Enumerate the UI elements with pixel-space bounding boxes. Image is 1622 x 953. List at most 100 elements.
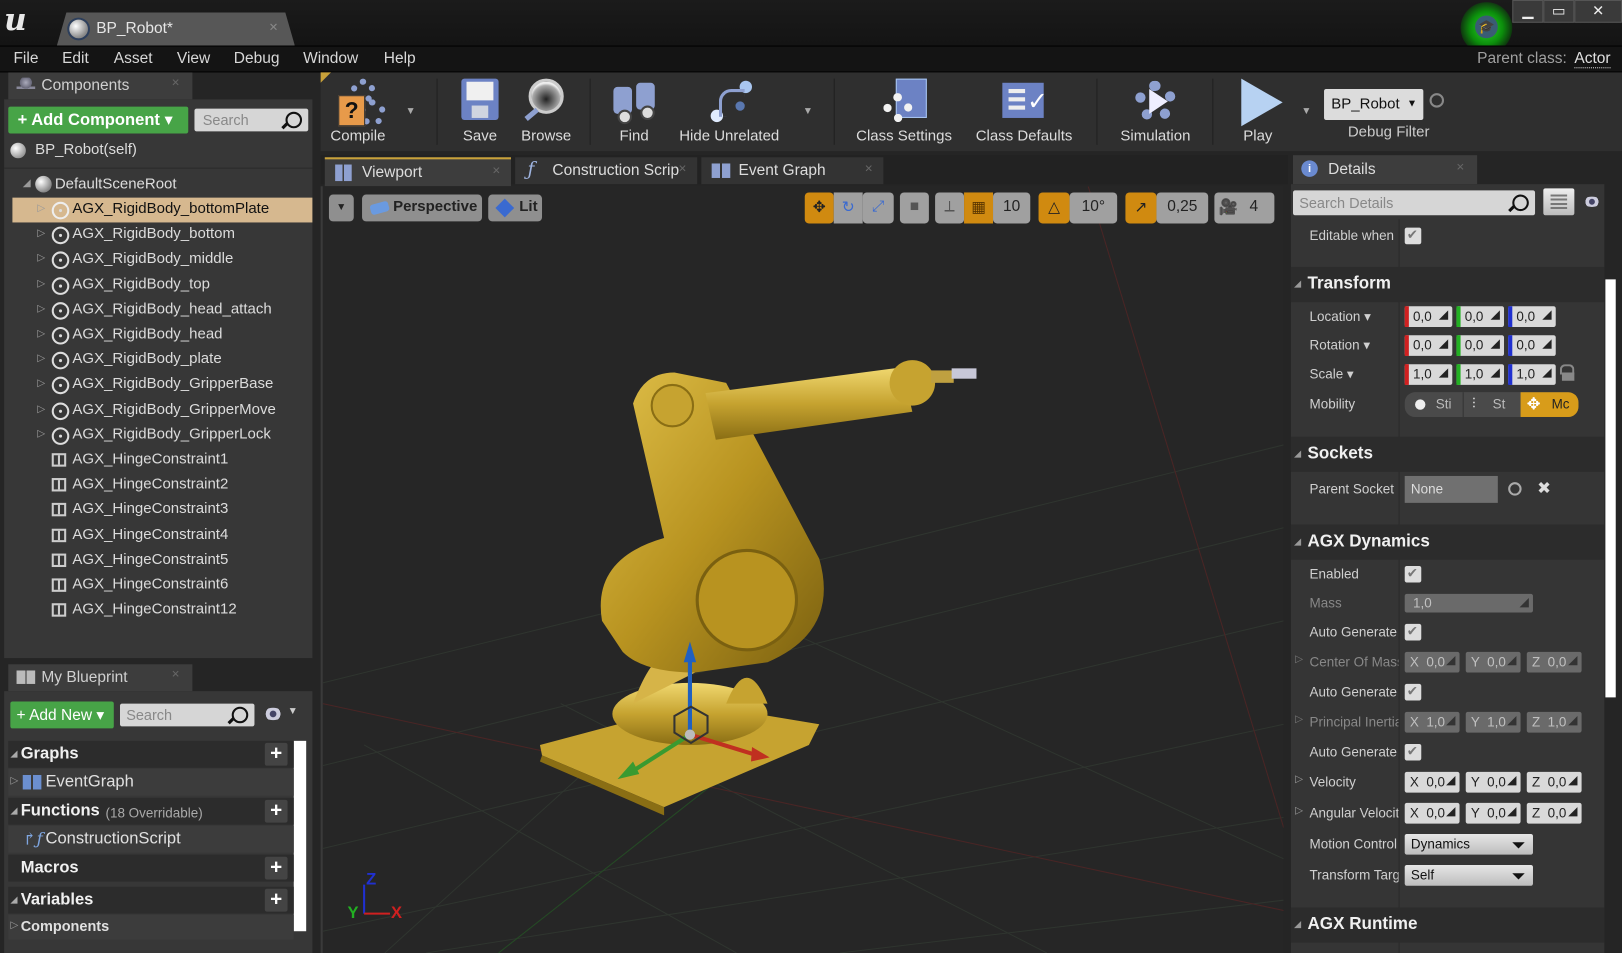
collapsed-triangle-icon[interactable]: ▷ [37, 353, 45, 364]
rotation-snap-toggle[interactable]: △ [1038, 192, 1070, 224]
rotation-label[interactable]: Rotation ▾ [1310, 337, 1399, 354]
save-button[interactable]: Save [451, 72, 509, 151]
compile-options-dropdown[interactable]: ▼ [405, 106, 415, 117]
location-x-field[interactable]: 0,0 [1404, 306, 1453, 327]
collapsed-triangle-icon[interactable]: ▷ [37, 278, 45, 289]
tree-row-component[interactable]: ▷ AGX_RigidBody_GripperLock [12, 423, 312, 448]
tree-row-component[interactable]: AGX_HingeConstraint5 [12, 548, 312, 573]
tree-row-component[interactable]: ▷ AGX_RigidBody_bottomPlate [12, 197, 313, 223]
close-panel-icon[interactable]: ✕ [171, 669, 180, 680]
add-new-button[interactable]: + Add New ▾ [10, 701, 114, 729]
close-panel-icon[interactable]: ✕ [171, 78, 180, 89]
details-search-input[interactable]: Search Details [1293, 190, 1536, 216]
my-blueprint-tab[interactable]: My Blueprint ✕ [8, 664, 193, 692]
agx-dynamics-section[interactable]: ◢ AGX Dynamics [1290, 524, 1605, 560]
transform-section[interactable]: ◢ Transform [1290, 266, 1605, 303]
tree-row-component[interactable]: AGX_HingeConstraint2 [12, 473, 312, 498]
rotate-mode-button[interactable]: ↻ [833, 192, 863, 224]
macros-category[interactable]: Macros + [8, 854, 294, 882]
location-z-field[interactable]: 0,0 [1508, 306, 1556, 327]
maximize-button[interactable]: ▭ [1543, 0, 1575, 23]
transform-target-select[interactable]: Self [1404, 865, 1533, 886]
menu-view[interactable]: View [177, 50, 210, 68]
construction-script-item[interactable]: ↱ƒ ConstructionScript [8, 825, 294, 853]
velocity-z-field[interactable]: Z 0,0 [1526, 771, 1582, 793]
play-options-dropdown[interactable]: ▼ [1301, 106, 1311, 117]
tree-row-component[interactable]: ▷ AGX_RigidBody_middle [12, 248, 312, 273]
collapsed-triangle-icon[interactable]: ▷ [37, 203, 45, 214]
viewport[interactable]: Z Y X ▼ Perspective Lit ✥ ↻ ⤢ ■ ⟂ ▦ 10 △… [320, 186, 1284, 953]
scale-snap-toggle[interactable]: ↗ [1125, 192, 1157, 224]
menu-file[interactable]: File [13, 50, 38, 68]
add-macro-button[interactable]: + [264, 856, 288, 880]
hide-unrelated-dropdown[interactable]: ▼ [803, 106, 813, 117]
lit-mode-button[interactable]: Lit [488, 194, 543, 222]
location-label[interactable]: Location ▾ [1310, 308, 1399, 325]
self-row[interactable]: BP_Robot(self) [4, 139, 312, 164]
menu-edit[interactable]: Edit [62, 50, 89, 68]
principal-inertia-y-field[interactable]: Y 1,0 [1465, 711, 1521, 733]
close-window-button[interactable]: ✕ [1574, 0, 1622, 23]
scale-z-field[interactable]: 1,0 [1508, 364, 1556, 385]
tree-row-component[interactable]: AGX_HingeConstraint12 [12, 598, 312, 623]
document-tab[interactable]: BP_Robot* ✕ [56, 12, 295, 46]
components-tab[interactable]: Components ✕ [8, 72, 193, 100]
auto-generate-pi-checkbox[interactable] [1404, 743, 1422, 761]
mass-field[interactable]: 1,0 [1404, 593, 1533, 613]
velocity-y-field[interactable]: Y 0,0 [1465, 771, 1521, 793]
class-settings-button[interactable]: Class Settings [850, 72, 958, 151]
tree-row-component[interactable]: AGX_HingeConstraint1 [12, 448, 312, 473]
parent-class-link[interactable]: Actor [1574, 50, 1611, 69]
variables-category[interactable]: ◢ Variables + [8, 886, 294, 914]
add-graph-button[interactable]: + [264, 742, 288, 766]
editable-when-inherited-checkbox[interactable] [1404, 227, 1422, 245]
principal-inertia-x-field[interactable]: X 1,0 [1404, 711, 1460, 733]
location-y-field[interactable]: 0,0 [1456, 306, 1505, 327]
visibility-eye-icon[interactable] [262, 707, 284, 721]
motion-control-select[interactable]: Dynamics [1404, 833, 1533, 855]
tree-row-component[interactable]: AGX_HingeConstraint3 [12, 498, 312, 523]
tab-event-graph[interactable]: Event Graph ✕ [701, 157, 884, 185]
center-of-mass-z-field[interactable]: Z 0,0 [1526, 651, 1582, 673]
tree-row-component[interactable]: AGX_HingeConstraint6 [12, 573, 312, 598]
add-function-button[interactable]: + [264, 799, 288, 823]
tab-construction-script[interactable]: ƒ Construction Scrip ✕ [515, 157, 698, 185]
translate-mode-button[interactable]: ✥ [804, 192, 834, 224]
scrollbar[interactable] [293, 740, 307, 932]
collapsed-triangle-icon[interactable]: ▷ [1295, 805, 1303, 816]
principal-inertia-z-field[interactable]: Z 1,0 [1526, 711, 1582, 733]
property-matrix-button[interactable] [1543, 188, 1575, 216]
menu-asset[interactable]: Asset [114, 50, 153, 68]
components-variables-item[interactable]: ▷ Components [8, 914, 294, 940]
grid-snap-toggle[interactable]: ▦ [964, 192, 994, 224]
grid-snap-value[interactable]: 10 [993, 192, 1031, 224]
add-component-button[interactable]: + Add Component ▾ [8, 106, 189, 134]
auto-generate-com-checkbox[interactable] [1404, 683, 1422, 701]
chevron-down-icon[interactable]: ▼ [288, 706, 298, 717]
collapsed-triangle-icon[interactable]: ▷ [1295, 774, 1303, 785]
rotation-y-field[interactable]: 0,0 [1456, 335, 1505, 356]
collapsed-triangle-icon[interactable]: ▷ [37, 303, 45, 314]
minimize-button[interactable]: ▁ [1512, 0, 1544, 23]
simulation-button[interactable]: Simulation [1111, 72, 1200, 151]
tree-row-component[interactable]: AGX_HingeConstraint4 [12, 523, 312, 548]
event-graph-item[interactable]: ▷ EventGraph [8, 768, 294, 796]
velocity-x-field[interactable]: X 0,0 [1404, 771, 1460, 793]
mobility-movable[interactable]: ✥ Mc [1520, 392, 1579, 417]
tree-row-component[interactable]: ▷ AGX_RigidBody_GripperBase [12, 373, 312, 398]
collapsed-triangle-icon[interactable]: ▷ [37, 428, 45, 439]
tree-row-component[interactable]: ▷ AGX_RigidBody_head [12, 323, 312, 348]
enabled-checkbox[interactable] [1404, 565, 1422, 583]
tab-viewport[interactable]: Viewport ✕ [324, 157, 511, 187]
viewport-options-button[interactable]: ▼ [328, 194, 354, 222]
visibility-eye-icon[interactable] [1582, 196, 1602, 207]
play-button[interactable]: Play [1227, 72, 1289, 151]
scale-y-field[interactable]: 1,0 [1456, 364, 1505, 385]
auto-generate-mass-checkbox[interactable] [1404, 623, 1422, 641]
browse-button[interactable]: Browse [515, 72, 577, 151]
angular-velocity-z-field[interactable]: Z 0,0 [1526, 802, 1582, 824]
class-defaults-button[interactable]: ✓ Class Defaults [970, 72, 1078, 151]
compile-button[interactable]: ? Compile [321, 72, 395, 151]
sockets-section[interactable]: ◢ Sockets [1290, 436, 1605, 472]
parent-socket-field[interactable]: None [1404, 475, 1498, 503]
